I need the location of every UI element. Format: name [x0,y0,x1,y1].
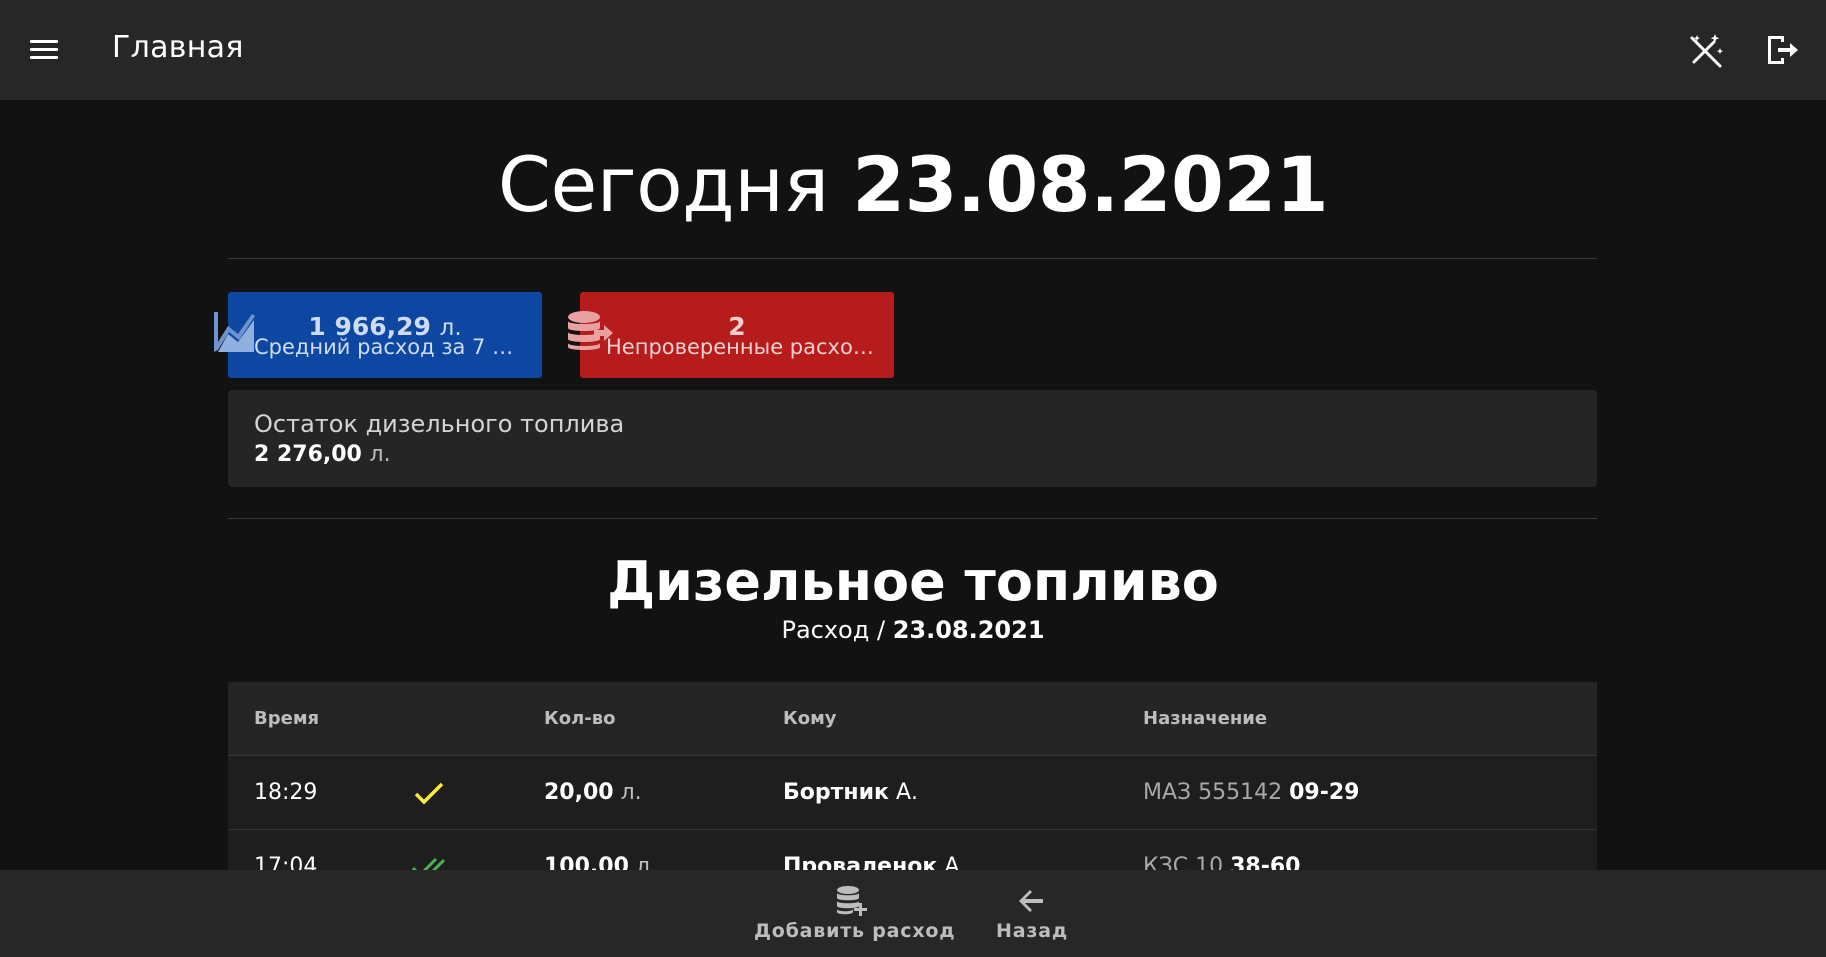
database-export-icon [568,311,613,350]
section-subtitle: Расход / 23.08.2021 [781,616,1045,644]
app-bar: Главная [0,0,1826,100]
divider [228,258,1597,259]
table-row[interactable]: 17:04 100,00 л. Проваленок А. КЗС 10 38-… [228,830,1597,870]
database-plus-icon [837,886,867,916]
fuel-balance-value: 2 276,00 л. [254,442,391,467]
unchecked-expenses-label: Непроверенные расходы [606,335,876,359]
divider [228,518,1597,519]
cell-to: Проваленок А. [783,854,967,870]
cell-qty: 20,00 л. [544,780,642,805]
unchecked-expenses-card[interactable]: 2 Непроверенные расходы [580,292,894,378]
today-heading: Сегодня 23.08.2021 [497,140,1329,229]
cell-to: Бортник А. [783,780,918,805]
expenses-table: Время Кол-во Кому Назначение 18:29 20,00… [228,682,1597,870]
arrow-left-icon [1019,890,1043,912]
bottom-navigation: Добавить расход Назад [0,870,1826,957]
add-expense-label: Добавить расход [754,920,956,942]
page-title: Главная [112,30,244,65]
chart-area-icon [214,312,255,352]
menu-icon[interactable] [22,32,66,68]
column-header-to[interactable]: Кому [783,708,837,729]
cell-purpose: МАЗ 555142 09-29 [1143,780,1360,805]
column-header-time[interactable]: Время [254,708,319,729]
section-title: Дизельное топливо [607,550,1219,613]
table-header: Время Кол-во Кому Назначение [228,682,1597,756]
avg-consumption-card[interactable]: 1 966,29 л. Средний расход за 7 дней [228,292,542,378]
fuel-balance-panel: Остаток дизельного топлива 2 276,00 л. [228,390,1597,487]
cell-time: 17:04 [254,854,318,870]
fuel-balance-title: Остаток дизельного топлива [254,410,625,438]
avg-consumption-label: Средний расход за 7 дней [254,335,524,359]
cell-qty: 100,00 л. [544,854,657,870]
logout-icon[interactable] [1760,28,1804,72]
add-expense-button[interactable]: Добавить расход [754,870,956,957]
cell-time: 18:29 [254,780,318,805]
main-content: Сегодня 23.08.2021 1 966,29 л. Средний р… [0,100,1826,870]
check-all-icon [412,857,446,870]
back-button[interactable]: Назад [994,870,1070,957]
auto-fix-off-icon[interactable] [1684,28,1728,72]
check-icon [414,782,444,805]
column-header-purpose[interactable]: Назначение [1143,708,1267,729]
back-label: Назад [996,920,1068,942]
table-row[interactable]: 18:29 20,00 л. Бортник А. МАЗ 555142 09-… [228,756,1597,830]
cell-purpose: КЗС 10 38-60 [1143,854,1301,870]
column-header-qty[interactable]: Кол-во [544,708,616,729]
